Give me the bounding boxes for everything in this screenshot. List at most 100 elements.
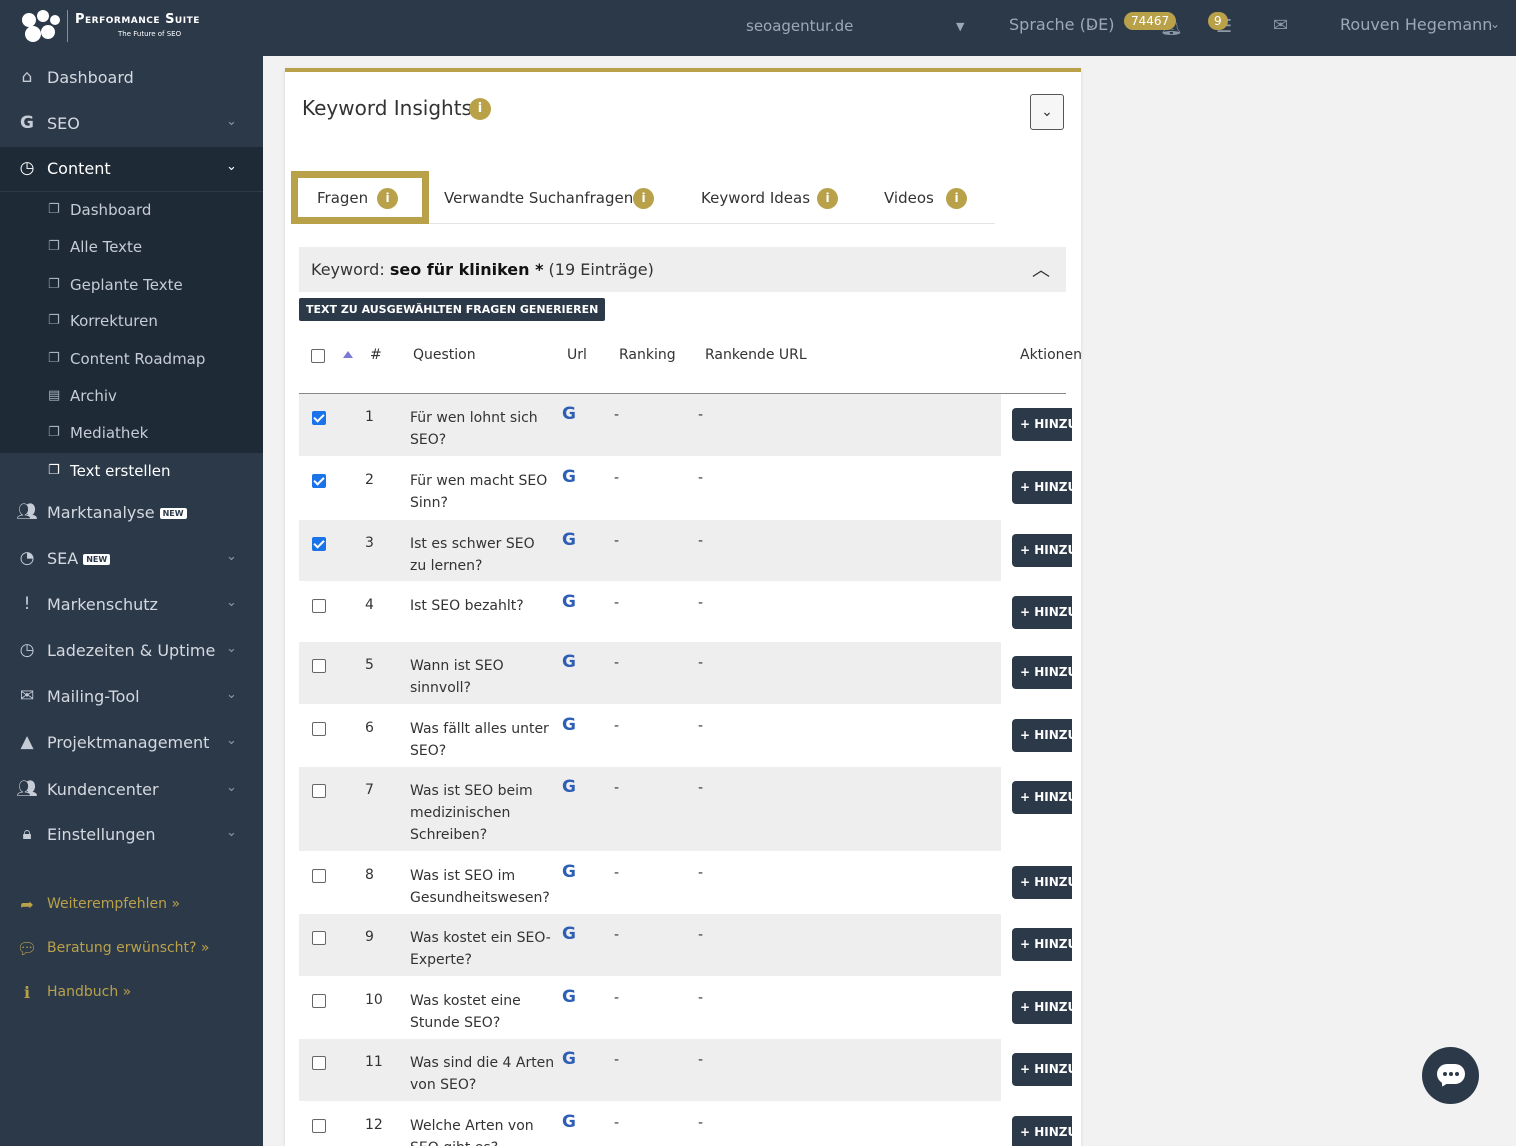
submenu-item-dashboard[interactable]: ❐ Dashboard [0, 192, 263, 229]
language-select[interactable]: Sprache (DE) [1009, 15, 1114, 34]
row-checkbox[interactable] [312, 599, 326, 613]
add-button[interactable]: + HINZUFÜGEN [1012, 534, 1072, 567]
sidebar-item-sea[interactable]: ◔ SEA NEW ⌄ [0, 537, 263, 581]
row-checkbox[interactable] [312, 537, 326, 551]
google-icon[interactable]: G [562, 592, 576, 612]
sidebar-item-dashboard[interactable]: ⌂ Dashboard [0, 56, 263, 100]
sidebar-item-markenschutz[interactable]: ! Markenschutz ⌄ [0, 583, 263, 627]
link-beratung[interactable]: 💬︎ Beratung erwünscht? » [0, 934, 263, 964]
sidebar-item-label: Content [47, 159, 111, 178]
row-question: Welche Arten von SEO gibt es? [410, 1118, 534, 1146]
chevron-down-icon[interactable]: ⌄ [1490, 17, 1500, 31]
submenu-item-text-erstellen[interactable]: ❐ Text erstellen [0, 453, 263, 490]
google-icon[interactable]: G [562, 404, 576, 424]
sidebar-item-projektmanagement[interactable]: ▲ Projektmanagement ⌄ [0, 721, 263, 765]
domain-select[interactable]: seoagentur.de [746, 17, 853, 35]
add-button[interactable]: + HINZUFÜGEN [1012, 928, 1072, 961]
info-icon[interactable]: i [946, 188, 967, 209]
google-icon[interactable]: G [562, 987, 576, 1007]
google-icon[interactable]: G [562, 652, 576, 672]
row-checkbox[interactable] [312, 931, 326, 945]
submenu-item-alle-texte[interactable]: ❐ Alle Texte [0, 229, 263, 266]
envelope-icon[interactable]: ✉ [1273, 15, 1288, 36]
row-checkbox[interactable] [312, 659, 326, 673]
row-checkbox[interactable] [312, 474, 326, 488]
info-icon[interactable]: i [633, 188, 654, 209]
google-icon[interactable]: G [562, 1049, 576, 1069]
row-question: Ist es schwer SEO zu lernen? [410, 536, 535, 574]
caret-down-icon[interactable]: ▼ [956, 20, 964, 33]
sort-asc-icon[interactable] [343, 351, 353, 358]
submenu-item-mediathek[interactable]: ❐ Mediathek [0, 415, 263, 452]
add-button[interactable]: + HINZUFÜGEN [1012, 596, 1072, 629]
info-icon[interactable]: i [817, 188, 838, 209]
info-icon[interactable]: i [469, 98, 491, 120]
row-checkbox[interactable] [312, 411, 326, 425]
col-actions: Aktionen [1020, 347, 1081, 363]
sidebar-item-kundencenter[interactable]: 👥︎ Kundencenter ⌄ [0, 768, 263, 812]
sidebar-item-mailing-tool[interactable]: ✉ Mailing-Tool ⌄ [0, 675, 263, 719]
chevron-up-icon[interactable]: ︿ [1032, 256, 1050, 282]
add-button[interactable]: + HINZUFÜGEN [1012, 408, 1072, 441]
keyword-prefix: Keyword: [311, 260, 385, 279]
google-icon[interactable]: G [562, 862, 576, 882]
sidebar-item-einstellungen[interactable]: 🔒︎ Einstellungen ⌄ [0, 813, 263, 857]
info-icon[interactable]: i [377, 188, 398, 209]
google-icon[interactable]: G [562, 777, 576, 797]
select-all-checkbox[interactable] [311, 349, 325, 363]
google-icon[interactable]: G [562, 530, 576, 550]
row-checkbox[interactable] [312, 1119, 326, 1133]
submenu-item-korrekturen[interactable]: ❐ Korrekturen [0, 303, 263, 340]
col-num[interactable]: # [370, 347, 382, 363]
google-icon[interactable]: G [562, 1112, 576, 1132]
table-row: 2 Für wen macht SEO Sinn? G - - + HINZUFÜGEN [299, 457, 1072, 520]
new-badge: NEW [83, 554, 111, 565]
points-badge: 74467 [1124, 12, 1177, 30]
entry-count: (19 Einträge) [548, 260, 654, 279]
row-number: 11 [365, 1054, 383, 1070]
sidebar-item-marktanalyse[interactable]: 👥︎ Marktanalyse NEW [0, 491, 263, 535]
tab-fragen[interactable]: Fragen i [291, 171, 429, 224]
add-button[interactable]: + HINZUFÜGEN [1012, 719, 1072, 752]
add-button[interactable]: + HINZUFÜGEN [1012, 471, 1072, 504]
row-checkbox[interactable] [312, 869, 326, 883]
tab-keyword-ideas[interactable]: Keyword Ideas i [701, 171, 861, 224]
sidebar-item-seo[interactable]: G SEO ⌄ [0, 102, 263, 146]
google-icon[interactable]: G [562, 924, 576, 944]
row-checkbox[interactable] [312, 994, 326, 1008]
generate-text-button[interactable]: TEXT ZU AUSGEWÄHLTEN FRAGEN GENERIEREN [299, 298, 606, 321]
col-ranking-url[interactable]: Rankende URL [705, 347, 807, 363]
chevron-down-icon[interactable]: ⌄ [1086, 17, 1096, 31]
tab-videos[interactable]: Videos i [884, 171, 984, 224]
add-button[interactable]: + HINZUFÜGEN [1012, 1053, 1072, 1086]
row-checkbox[interactable] [312, 784, 326, 798]
col-ranking[interactable]: Ranking [619, 347, 676, 363]
user-menu[interactable]: Rouven Hegemann [1340, 15, 1492, 34]
row-number: 6 [365, 720, 374, 736]
google-icon[interactable]: G [562, 467, 576, 487]
add-button[interactable]: + HINZUFÜGEN [1012, 1116, 1072, 1146]
brand-logo[interactable] [18, 8, 68, 44]
add-button[interactable]: + HINZUFÜGEN [1012, 781, 1072, 814]
submenu-item-geplante-texte[interactable]: ❐ Geplante Texte [0, 267, 263, 304]
col-question[interactable]: Question [413, 347, 476, 363]
link-weiterempfehlen[interactable]: ➦ Weiterempfehlen » [0, 890, 263, 920]
collapse-panel-button[interactable]: ⌄ [1030, 94, 1064, 130]
submenu-item-content-roadmap[interactable]: ❐ Content Roadmap [0, 341, 263, 378]
google-icon: G [20, 113, 34, 133]
submenu-item-archiv[interactable]: ▤ Archiv [0, 378, 263, 415]
sidebar-item-ladezeiten[interactable]: ◷ Ladezeiten & Uptime ⌄ [0, 629, 263, 673]
tab-verwandte-suchanfragen[interactable]: Verwandte Suchanfragen i [444, 171, 674, 224]
col-url[interactable]: Url [567, 347, 587, 363]
chat-widget-button[interactable] [1422, 1047, 1479, 1104]
keyword-header[interactable]: Keyword: seo für kliniken * (19 Einträge… [299, 247, 1066, 292]
google-icon[interactable]: G [562, 715, 576, 735]
link-handbuch[interactable]: ℹ Handbuch » [0, 978, 263, 1008]
add-button[interactable]: + HINZUFÜGEN [1012, 656, 1072, 689]
add-button[interactable]: + HINZUFÜGEN [1012, 991, 1072, 1024]
row-checkbox[interactable] [312, 722, 326, 736]
submenu-label: Korrekturen [70, 312, 158, 330]
sidebar-item-content[interactable]: ◷ Content ⌄ [0, 147, 263, 191]
row-checkbox[interactable] [312, 1056, 326, 1070]
add-button[interactable]: + HINZUFÜGEN [1012, 866, 1072, 899]
